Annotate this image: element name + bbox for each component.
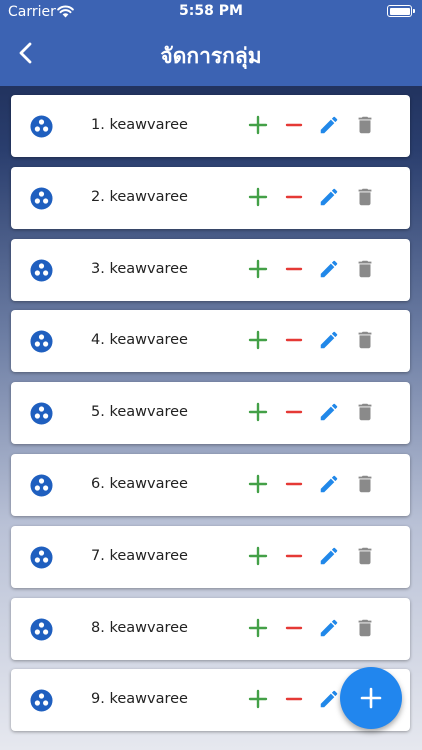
group-name: 8. keawvaree — [91, 619, 188, 636]
group-icon — [30, 402, 53, 425]
minus-icon[interactable] — [283, 114, 305, 136]
group-icon — [30, 546, 53, 569]
pencil-icon[interactable] — [318, 186, 340, 208]
minus-icon[interactable] — [283, 258, 305, 280]
pencil-icon[interactable] — [318, 688, 340, 710]
minus-icon[interactable] — [283, 545, 305, 567]
group-icon — [30, 689, 53, 712]
minus-icon[interactable] — [283, 617, 305, 639]
clock: 5:58 PM — [179, 3, 243, 19]
add-group-button[interactable] — [340, 667, 402, 729]
group-row[interactable]: 6. keawvaree — [11, 454, 410, 516]
plus-icon[interactable] — [247, 688, 269, 710]
plus-icon[interactable] — [247, 329, 269, 351]
page-title: จัดการกลุ่ม — [160, 44, 262, 68]
group-row[interactable]: 5. keawvaree — [11, 382, 410, 445]
group-icon — [30, 187, 53, 210]
pencil-icon[interactable] — [318, 114, 340, 136]
group-name: 4. keawvaree — [91, 332, 188, 349]
group-name: 6. keawvaree — [91, 476, 188, 492]
minus-icon[interactable] — [283, 401, 305, 423]
plus-icon[interactable] — [247, 258, 269, 280]
pencil-icon[interactable] — [318, 473, 340, 495]
group-icon — [30, 618, 53, 641]
trash-icon[interactable] — [354, 114, 376, 136]
plus-icon[interactable] — [247, 186, 269, 208]
group-name: 3. keawvaree — [91, 260, 188, 277]
minus-icon[interactable] — [283, 186, 305, 208]
trash-icon[interactable] — [354, 617, 376, 639]
plus-icon — [360, 687, 382, 709]
plus-icon[interactable] — [247, 617, 269, 639]
group-row[interactable]: 2. keawvaree — [11, 166, 410, 229]
group-row[interactable]: 7. keawvaree — [11, 525, 410, 588]
minus-icon[interactable] — [283, 688, 305, 710]
group-name: 9. keawvaree — [91, 691, 188, 708]
battery-icon — [387, 5, 415, 17]
pencil-icon[interactable] — [318, 258, 340, 280]
group-row[interactable]: 3. keawvaree — [11, 238, 410, 301]
plus-icon[interactable] — [247, 545, 269, 567]
pencil-icon[interactable] — [318, 617, 340, 639]
group-row[interactable]: 8. keawvaree — [11, 597, 410, 660]
group-icon — [30, 474, 53, 497]
pencil-icon[interactable] — [318, 545, 340, 567]
group-name: 5. keawvaree — [91, 404, 188, 421]
trash-icon[interactable] — [354, 401, 376, 423]
pencil-icon[interactable] — [318, 401, 340, 423]
pencil-icon[interactable] — [318, 329, 340, 351]
trash-icon[interactable] — [354, 473, 376, 495]
trash-icon[interactable] — [354, 329, 376, 351]
group-name: 7. keawvaree — [91, 547, 188, 564]
app-header: Carrier 5:58 PM จัดการกลุ่ม — [0, 0, 422, 86]
group-icon — [30, 330, 53, 353]
status-bar: Carrier 5:58 PM — [0, 0, 422, 24]
group-row[interactable]: 4. keawvaree — [11, 310, 410, 373]
trash-icon[interactable] — [354, 545, 376, 567]
plus-icon[interactable] — [247, 473, 269, 495]
group-icon — [30, 115, 53, 138]
plus-icon[interactable] — [247, 401, 269, 423]
group-name: 2. keawvaree — [91, 188, 188, 205]
trash-icon[interactable] — [354, 186, 376, 208]
minus-icon[interactable] — [283, 329, 305, 351]
group-name: 1. keawvaree — [91, 117, 188, 133]
group-row[interactable]: 1. keawvaree — [11, 95, 410, 157]
plus-icon[interactable] — [247, 114, 269, 136]
minus-icon[interactable] — [283, 473, 305, 495]
trash-icon[interactable] — [354, 258, 376, 280]
group-icon — [30, 259, 53, 282]
